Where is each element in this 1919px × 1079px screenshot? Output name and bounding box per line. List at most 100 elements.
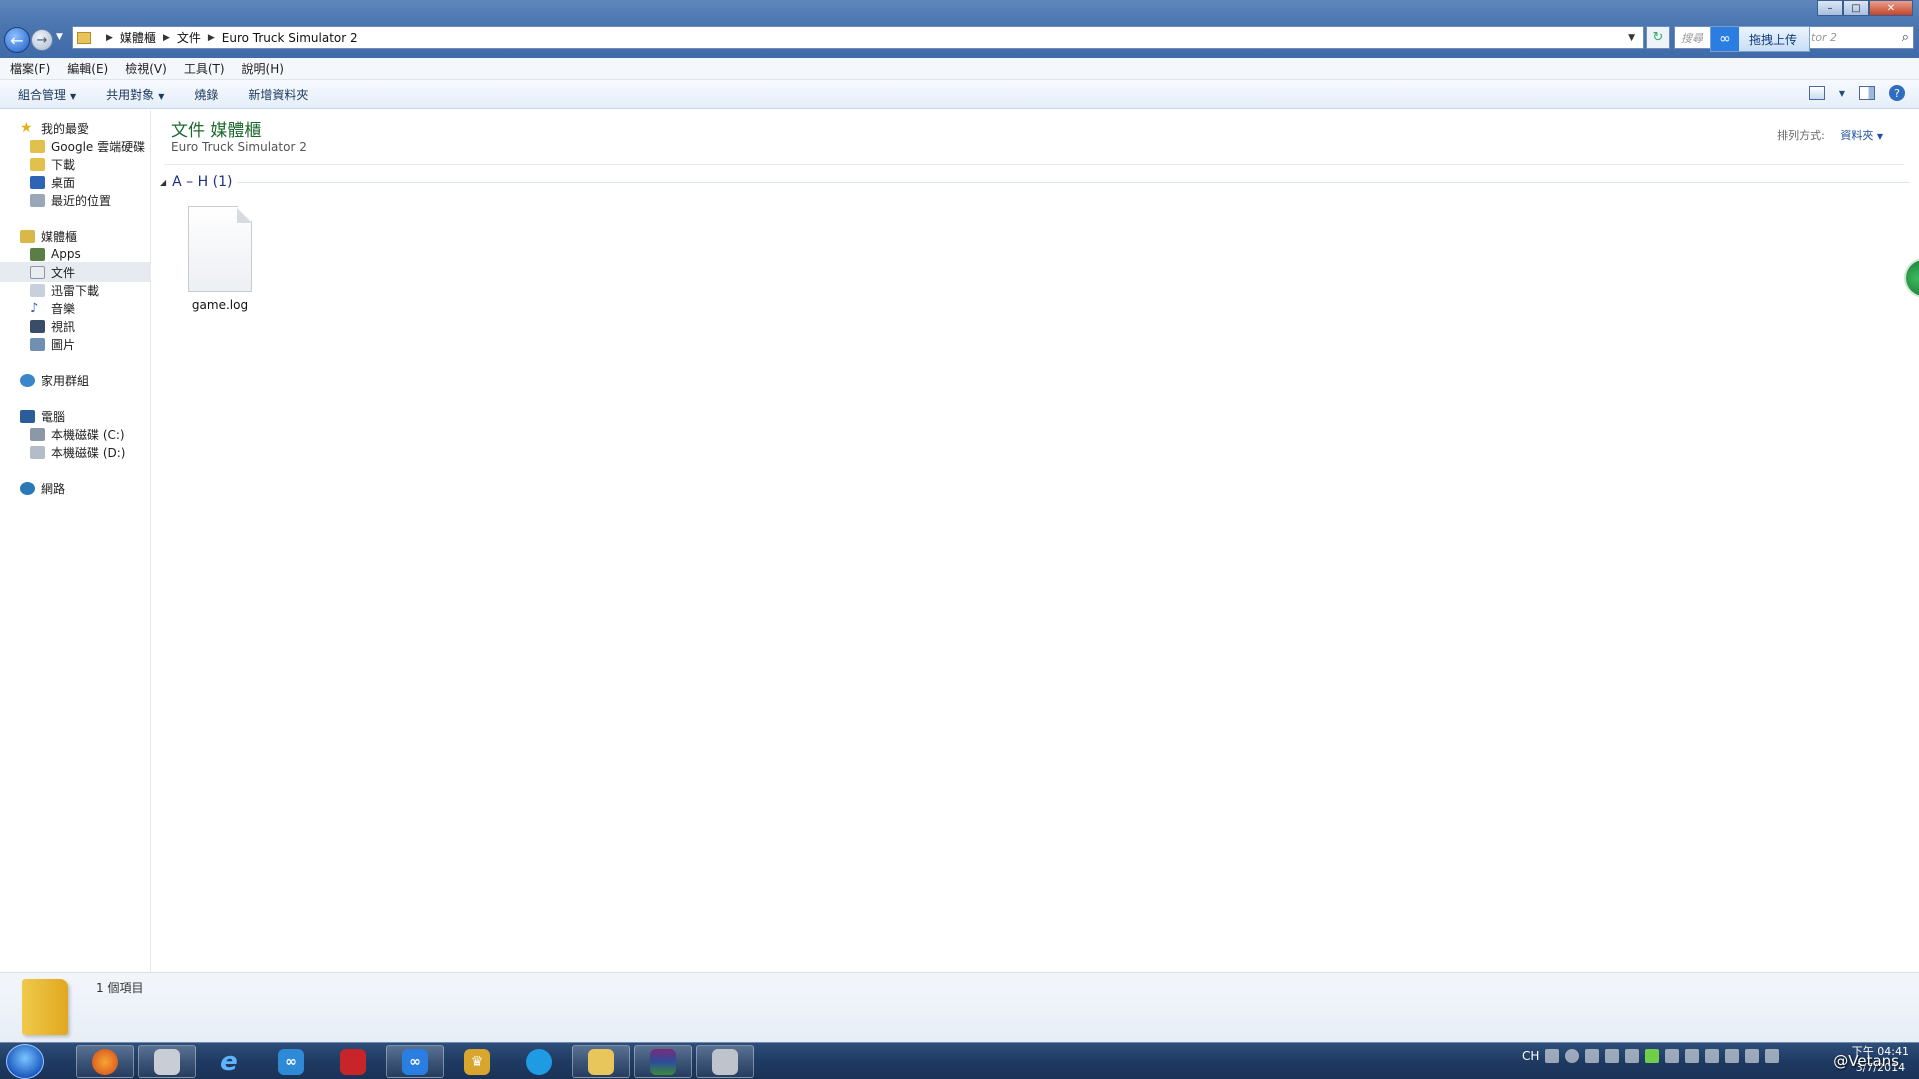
chevron-right-icon[interactable]: ▶ xyxy=(208,33,215,43)
nav-google-drive[interactable]: Google 雲端硬碟 xyxy=(0,136,151,156)
help-icon[interactable]: ? xyxy=(1889,85,1905,101)
menu-edit[interactable]: 編輯(E) xyxy=(67,60,108,77)
folder-icon xyxy=(22,979,68,1035)
pictures-icon xyxy=(30,337,45,351)
taskbar-app-5[interactable] xyxy=(324,1045,382,1078)
library-subtitle: Euro Truck Simulator 2 xyxy=(171,140,307,154)
nav-computer[interactable]: 電腦 xyxy=(0,406,151,426)
text-file-icon xyxy=(188,206,252,292)
video-icon xyxy=(30,319,45,333)
recent-pages-dropdown[interactable]: ▼ xyxy=(56,32,63,42)
language-indicator[interactable]: CH xyxy=(1522,1049,1539,1063)
group-header[interactable]: ◢ A – H (1) xyxy=(160,174,1910,190)
nav-thunder-downloads[interactable]: 迅雷下載 xyxy=(0,280,151,300)
preview-pane-icon[interactable] xyxy=(1859,86,1875,100)
taskbar-baidu[interactable] xyxy=(510,1045,568,1078)
chevron-right-icon[interactable]: ▶ xyxy=(106,33,113,43)
breadcrumb-current-folder[interactable]: Euro Truck Simulator 2 xyxy=(222,31,358,45)
tray-app-icon[interactable] xyxy=(1585,1049,1600,1063)
nav-apps[interactable]: Apps xyxy=(0,244,151,264)
view-options-icon[interactable] xyxy=(1808,86,1825,100)
nav-desktop[interactable]: 桌面 xyxy=(0,172,151,192)
nvidia-icon[interactable] xyxy=(1645,1049,1660,1063)
burn-button[interactable]: 燒錄 xyxy=(194,86,218,103)
new-folder-button[interactable]: 新增資料夾 xyxy=(248,86,308,103)
taskbar-app-4[interactable]: ∞ xyxy=(262,1045,320,1078)
drag-upload-button[interactable]: ∞ 拖拽上传 xyxy=(1710,26,1810,52)
taskbar-explorer[interactable] xyxy=(572,1045,630,1078)
apps-icon xyxy=(30,247,45,261)
flag-icon[interactable] xyxy=(1725,1049,1740,1063)
maximize-button[interactable]: □ xyxy=(1843,0,1869,16)
nav-network[interactable]: 網路 xyxy=(0,478,151,498)
nav-drive-d[interactable]: 本機磁碟 (D:) xyxy=(0,442,151,462)
winrar-icon xyxy=(650,1048,676,1075)
menu-tools[interactable]: 工具(T) xyxy=(184,60,225,77)
header-divider xyxy=(164,164,1904,165)
taskbar-app-6[interactable]: ∞ xyxy=(386,1045,444,1078)
nav-homegroup[interactable]: 家用群組 xyxy=(0,370,151,390)
nav-favorites[interactable]: ★ 我的最愛 xyxy=(0,118,151,138)
nav-pictures[interactable]: 圖片 xyxy=(0,334,151,354)
help-icon[interactable] xyxy=(1565,1049,1580,1063)
taskbar-winrar[interactable] xyxy=(634,1045,692,1078)
arrange-by-label: 排列方式: xyxy=(1777,129,1825,142)
nav-documents[interactable]: 文件 xyxy=(0,262,151,282)
nav-videos[interactable]: 視訊 xyxy=(0,316,151,336)
view-dropdown-icon[interactable]: ▼ xyxy=(1839,89,1845,98)
chevron-right-icon[interactable]: ▶ xyxy=(163,33,170,43)
dropdown-icon: ▼ xyxy=(70,91,77,101)
collapse-triangle-icon[interactable]: ◢ xyxy=(160,178,166,187)
nav-music[interactable]: ♪ 音樂 xyxy=(0,298,151,318)
share-button[interactable]: 共用對象 ▼ xyxy=(106,86,164,103)
arrange-by-dropdown[interactable]: 資料夾 ▼ xyxy=(1840,129,1883,142)
file-item[interactable]: game.log xyxy=(182,206,258,312)
menu-file[interactable]: 檔案(F) xyxy=(10,60,50,77)
refresh-button[interactable]: ↻ xyxy=(1646,26,1670,49)
file-list-pane: 文件 媒體櫃 Euro Truck Simulator 2 排列方式: 資料夾 … xyxy=(152,110,1919,972)
tray-app-icon[interactable] xyxy=(1665,1049,1680,1063)
menu-help[interactable]: 說明(H) xyxy=(242,60,284,77)
tray-app-icon[interactable] xyxy=(1685,1049,1700,1063)
taskbar-euro-truck[interactable] xyxy=(696,1045,754,1078)
window-controls: – □ ✕ xyxy=(1817,0,1913,16)
taskbar-ie[interactable]: e xyxy=(200,1045,258,1078)
search-placeholder: 搜尋 xyxy=(1681,31,1703,45)
network-icon[interactable] xyxy=(1745,1049,1760,1063)
menu-view[interactable]: 檢視(V) xyxy=(125,60,167,77)
close-button[interactable]: ✕ xyxy=(1869,0,1913,16)
shield-icon[interactable] xyxy=(1705,1049,1720,1063)
keyboard-icon[interactable] xyxy=(1545,1049,1560,1063)
baidu-cloud-icon xyxy=(526,1048,552,1075)
tray-app-icon[interactable] xyxy=(1625,1049,1640,1063)
desktop-icon xyxy=(30,175,45,189)
nav-network-label: 網路 xyxy=(41,481,66,496)
nav-recent-places[interactable]: 最近的位置 xyxy=(0,190,151,210)
taskbar-app-2[interactable] xyxy=(138,1045,196,1078)
nav-drive-c[interactable]: 本機磁碟 (C:) xyxy=(0,424,151,444)
volume-icon[interactable] xyxy=(1765,1049,1780,1063)
file-name: game.log xyxy=(191,298,249,312)
organize-button[interactable]: 組合管理 ▼ xyxy=(18,86,76,103)
taskbar-app-7[interactable]: ♛ xyxy=(448,1045,506,1078)
nav-downloads[interactable]: 下載 xyxy=(0,154,151,174)
start-button[interactable] xyxy=(6,1044,44,1079)
back-button[interactable]: ← xyxy=(4,27,30,53)
details-pane: 1 個項目 xyxy=(0,972,1919,1042)
minimize-button[interactable]: – xyxy=(1817,0,1843,16)
nav-libraries[interactable]: 媒體櫃 xyxy=(0,226,151,246)
address-dropdown-icon[interactable]: ▼ xyxy=(1628,33,1635,43)
nav-downloads-label: 下載 xyxy=(51,157,76,172)
arrange-by: 排列方式: 資料夾 ▼ xyxy=(1777,127,1883,143)
tray-app-icon[interactable] xyxy=(1605,1049,1620,1063)
firefox-icon xyxy=(92,1048,118,1075)
nav-recent-places-label: 最近的位置 xyxy=(51,193,112,208)
address-bar[interactable]: ▶ 媒體櫃 ▶ 文件 ▶ Euro Truck Simulator 2 ▼ xyxy=(72,26,1644,49)
taskbar-firefox[interactable] xyxy=(76,1045,134,1078)
breadcrumb-libraries[interactable]: 媒體櫃 xyxy=(120,29,156,46)
forward-button[interactable]: → xyxy=(31,29,53,51)
breadcrumb-documents[interactable]: 文件 xyxy=(177,29,201,46)
computer-icon xyxy=(20,409,35,423)
music-note-icon: ♪ xyxy=(30,300,39,316)
search-icon[interactable]: ⌕ xyxy=(1902,30,1909,45)
